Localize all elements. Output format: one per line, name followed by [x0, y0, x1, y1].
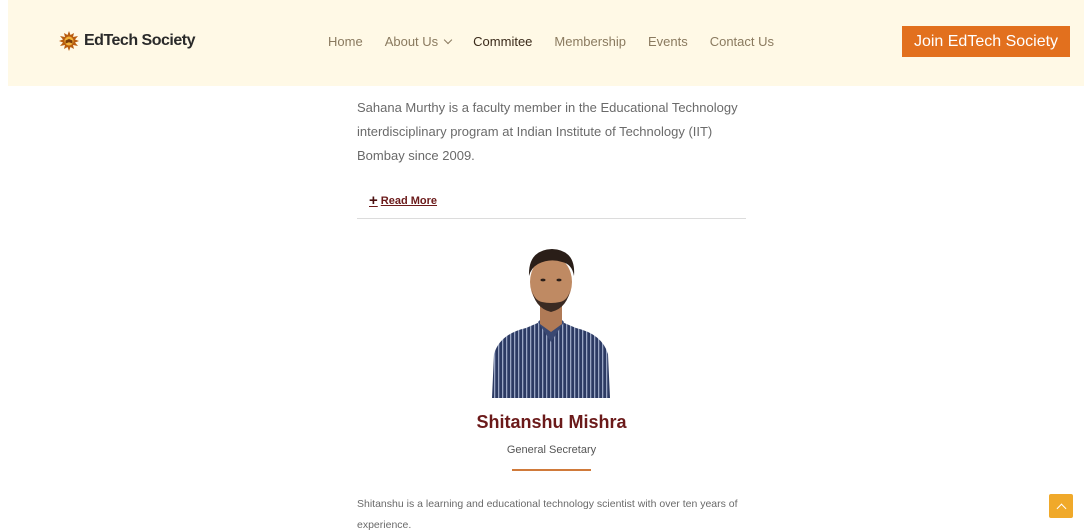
chevron-down-icon [443, 35, 453, 45]
section-divider [357, 218, 746, 219]
member-name: Shitanshu Mishra [476, 412, 627, 432]
member-role: General Secretary [506, 444, 597, 456]
member-photo [490, 246, 612, 398]
previous-member-bio: Sahana Murthy is a faculty member in the… [357, 100, 738, 163]
nav-events[interactable]: Events [648, 34, 688, 49]
main-nav: Home About Us Commitee Membership Events… [328, 34, 796, 49]
join-button[interactable]: Join EdTech Society [902, 26, 1070, 57]
scroll-to-top-button[interactable] [1049, 494, 1073, 518]
gear-book-icon [58, 30, 80, 52]
read-more-label: Read More [380, 194, 438, 207]
nav-events-label: Events [647, 34, 688, 49]
nav-commitee[interactable]: Commitee [473, 34, 532, 49]
nav-about-us[interactable]: About Us [384, 34, 453, 49]
member-bio: Shitanshu is a learning and educational … [357, 498, 738, 531]
site-logo[interactable]: EdTech Society [58, 30, 195, 52]
nav-membership-label: Membership [554, 34, 626, 49]
nav-about-us-label: About Us [384, 34, 439, 49]
nav-commitee-label: Commitee [473, 34, 533, 49]
nav-contact-us-label: Contact Us [709, 34, 775, 49]
nav-home-label: Home [328, 34, 363, 49]
logo-text: EdTech Society [84, 32, 195, 49]
site-header: EdTech Society Home About Us Commitee Me… [8, 0, 1084, 86]
nav-home[interactable]: Home [328, 34, 363, 49]
plus-icon: + [369, 192, 378, 209]
name-accent-divider [512, 469, 591, 471]
chevron-up-icon [1056, 503, 1066, 513]
page: EdTech Society Home About Us Commitee Me… [0, 0, 1084, 531]
nav-contact-us[interactable]: Contact Us [710, 34, 774, 49]
read-more-link[interactable]: + Read More [369, 192, 437, 209]
nav-membership[interactable]: Membership [554, 34, 626, 49]
